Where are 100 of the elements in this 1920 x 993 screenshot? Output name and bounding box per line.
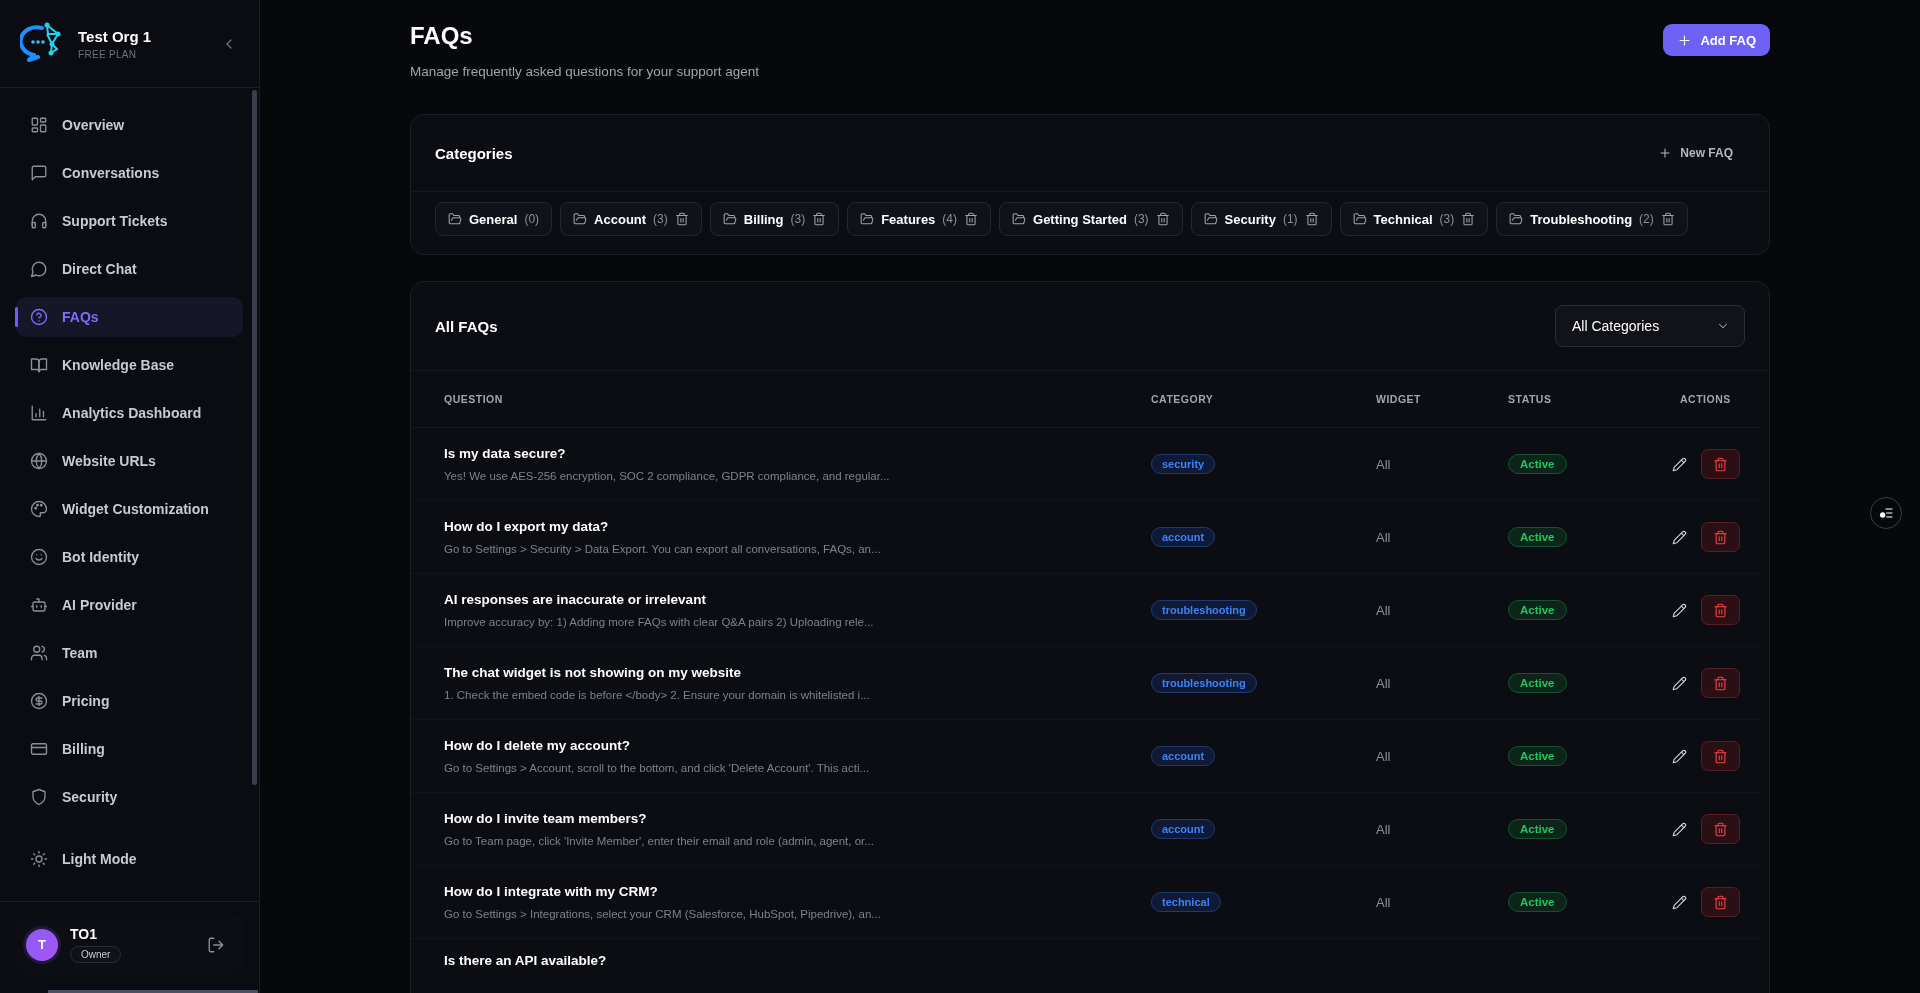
category-chip[interactable]: Security (1): [1190, 202, 1332, 236]
globe-icon: [30, 452, 48, 470]
book-icon: [30, 356, 48, 374]
delete-button[interactable]: [1701, 522, 1740, 552]
nav-item[interactable]: FAQs: [16, 297, 243, 337]
shield-icon: [30, 788, 48, 806]
nav-item[interactable]: Bot Identity: [16, 537, 243, 577]
column-header: ACTIONS: [1679, 393, 1732, 405]
widget-cell: All: [1376, 675, 1391, 691]
status-badge: Active: [1508, 673, 1567, 693]
theme-toggle[interactable]: Light Mode: [16, 839, 243, 879]
delete-button[interactable]: [1701, 887, 1740, 917]
nav-item[interactable]: Billing: [16, 729, 243, 769]
org-name: Test Org 1: [78, 27, 153, 45]
status-badge: Active: [1508, 454, 1567, 474]
category-tag: account: [1151, 819, 1216, 839]
widget-cell: All: [1376, 894, 1391, 910]
card-title: Categories: [435, 144, 513, 162]
category-chip[interactable]: Billing (3): [709, 202, 840, 236]
nav-item[interactable]: Conversations: [16, 153, 243, 193]
delete-button[interactable]: [1701, 814, 1740, 844]
pencil-icon: [1672, 456, 1687, 472]
nav-item[interactable]: Overview: [16, 105, 243, 145]
column-header: CATEGORY: [1151, 393, 1215, 405]
trash-icon: [1713, 529, 1728, 545]
faq-question: How do I delete my account?: [444, 738, 632, 753]
faq-question: How do I integrate with my CRM?: [444, 884, 659, 899]
status-badge: Active: [1508, 746, 1567, 766]
nav-item[interactable]: AI Provider: [16, 585, 243, 625]
question-circle-icon: [30, 308, 48, 326]
category-tag: troubleshooting: [1151, 673, 1257, 693]
category-filter-dropdown[interactable]: All Categories: [1555, 305, 1745, 347]
widget-cell: All: [1376, 529, 1391, 545]
folder-icon: [1203, 212, 1218, 226]
floating-menu-button[interactable]: [1870, 497, 1902, 529]
folder-icon: [573, 212, 588, 226]
page-subtitle: Manage frequently asked questions for your support agent: [410, 64, 759, 79]
status-badge: Active: [1508, 892, 1567, 912]
category-chip[interactable]: Getting Started (3): [999, 202, 1183, 236]
folder-icon: [448, 212, 462, 226]
page-title: FAQs: [410, 22, 474, 50]
category-tag: technical: [1151, 892, 1221, 912]
delete-button[interactable]: [1701, 741, 1740, 771]
nav-item[interactable]: Analytics Dashboard: [16, 393, 243, 433]
trash-icon: [1713, 894, 1728, 910]
faq-question: The chat widget is not showing on my website: [444, 665, 743, 680]
pencil-icon: [1672, 748, 1687, 764]
category-tag: security: [1151, 454, 1216, 474]
trash-icon: [1713, 675, 1728, 691]
widget-cell: All: [1376, 456, 1391, 472]
bar-chart-icon: [30, 404, 48, 422]
scrollbar[interactable]: [252, 90, 257, 785]
faq-answer-preview: Go to Settings > Security > Data Export. You can export all conversations, FAQs, an...: [444, 543, 882, 555]
credit-card-icon: [30, 740, 48, 758]
nav-item[interactable]: Pricing: [16, 681, 243, 721]
add-faq-button[interactable]: Add FAQ: [1663, 24, 1770, 56]
nav-item[interactable]: Team: [16, 633, 243, 673]
faq-question: How do I invite team members?: [444, 811, 648, 826]
nav-item[interactable]: Security: [16, 777, 243, 817]
category-chip[interactable]: Features (4): [847, 202, 992, 236]
faq-question: How do I export my data?: [444, 519, 610, 534]
category-chip[interactable]: Troubleshooting (2): [1496, 202, 1688, 236]
smiley-icon: [30, 548, 48, 566]
widget-cell: All: [1376, 602, 1391, 618]
category-chip[interactable]: Technical (3): [1339, 202, 1489, 236]
new-faq-button[interactable]: New FAQ: [1646, 138, 1745, 168]
delete-button[interactable]: [1701, 449, 1740, 479]
trash-icon: [1713, 821, 1728, 837]
delete-button[interactable]: [1701, 595, 1740, 625]
column-header: WIDGET: [1376, 393, 1422, 405]
status-badge: Active: [1508, 819, 1567, 839]
nav-item[interactable]: Widget Customization: [16, 489, 243, 529]
nav-item[interactable]: Website URLs: [16, 441, 243, 481]
column-header: STATUS: [1508, 393, 1553, 405]
scrollbar[interactable]: [48, 990, 258, 993]
faq-answer-preview: Go to Team page, click 'Invite Member', enter their email and role (admin, agent, or...: [444, 835, 875, 847]
category-chip[interactable]: General (0): [435, 202, 553, 236]
faq-answer-preview: Go to Settings > Account, scroll to the bottom, and click 'Delete Account'. This acti...: [444, 762, 871, 774]
category-tag: troubleshooting: [1151, 600, 1257, 620]
faq-question: Is my data secure?: [444, 446, 567, 461]
faq-answer-preview: 1. Check the embed code is before </body> 2. Ensure your domain is whitelisted i...: [444, 689, 871, 701]
faq-answer-preview: Improve accuracy by: 1) Adding more FAQs with clear Q&A pairs 2) Uploading rele...: [444, 616, 875, 628]
nav-item[interactable]: Knowledge Base: [16, 345, 243, 385]
nav-item[interactable]: Direct Chat: [16, 249, 243, 289]
category-chip[interactable]: Account (3): [560, 202, 702, 236]
nav-item[interactable]: Support Tickets: [16, 201, 243, 241]
pencil-icon: [1672, 602, 1687, 618]
faq-answer-preview: Yes! We use AES-256 encryption, SOC 2 compliance, GDPR compliance, and regular...: [444, 470, 891, 482]
card-title: All FAQs: [435, 317, 498, 335]
folder-icon: [722, 212, 737, 226]
faq-question: AI responses are inaccurate or irrelevant: [444, 592, 707, 607]
headphones-icon: [30, 212, 48, 230]
plan-label: FREE PLAN: [78, 48, 138, 60]
widget-cell: All: [1376, 748, 1391, 764]
folder-icon: [860, 212, 875, 226]
folder-icon: [1352, 212, 1367, 226]
sun-icon: [30, 850, 48, 868]
user-name: TO1: [70, 926, 97, 942]
role-badge: Owner: [70, 946, 122, 963]
delete-button[interactable]: [1701, 668, 1740, 698]
